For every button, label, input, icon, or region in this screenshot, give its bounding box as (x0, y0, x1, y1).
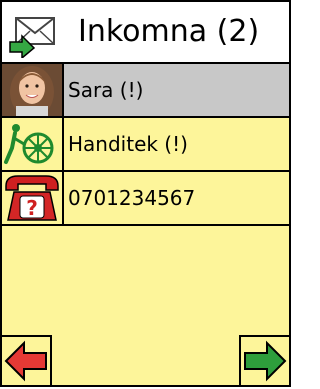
unknown-caller-phone-icon: ? (2, 172, 64, 224)
list-item-sara[interactable]: Sara (!) (2, 64, 289, 118)
message-list: Sara (!) Handitek (!) ? 0701234567 (2, 64, 289, 385)
svg-text:?: ? (26, 196, 38, 220)
mail-inbox-icon (9, 17, 55, 58)
list-item-label: 0701234567 (68, 186, 196, 210)
wheelchair-logo-icon (2, 118, 64, 170)
arrow-left-icon (4, 340, 47, 382)
list-item-handitek[interactable]: Handitek (!) (2, 118, 289, 172)
inbox-screen: Inkomna (2) Sara (!) Handitek (!) ? 0701… (0, 0, 291, 387)
previous-button[interactable] (2, 335, 52, 385)
arrow-right-icon (244, 340, 287, 382)
header: Inkomna (2) (2, 2, 289, 64)
list-item-label: Sara (!) (68, 78, 144, 102)
contact-photo (2, 64, 64, 116)
page-title: Inkomna (2) (78, 14, 260, 49)
next-button[interactable] (239, 335, 289, 385)
list-item-label: Handitek (!) (68, 132, 188, 156)
list-item-phone-number[interactable]: ? 0701234567 (2, 172, 289, 226)
